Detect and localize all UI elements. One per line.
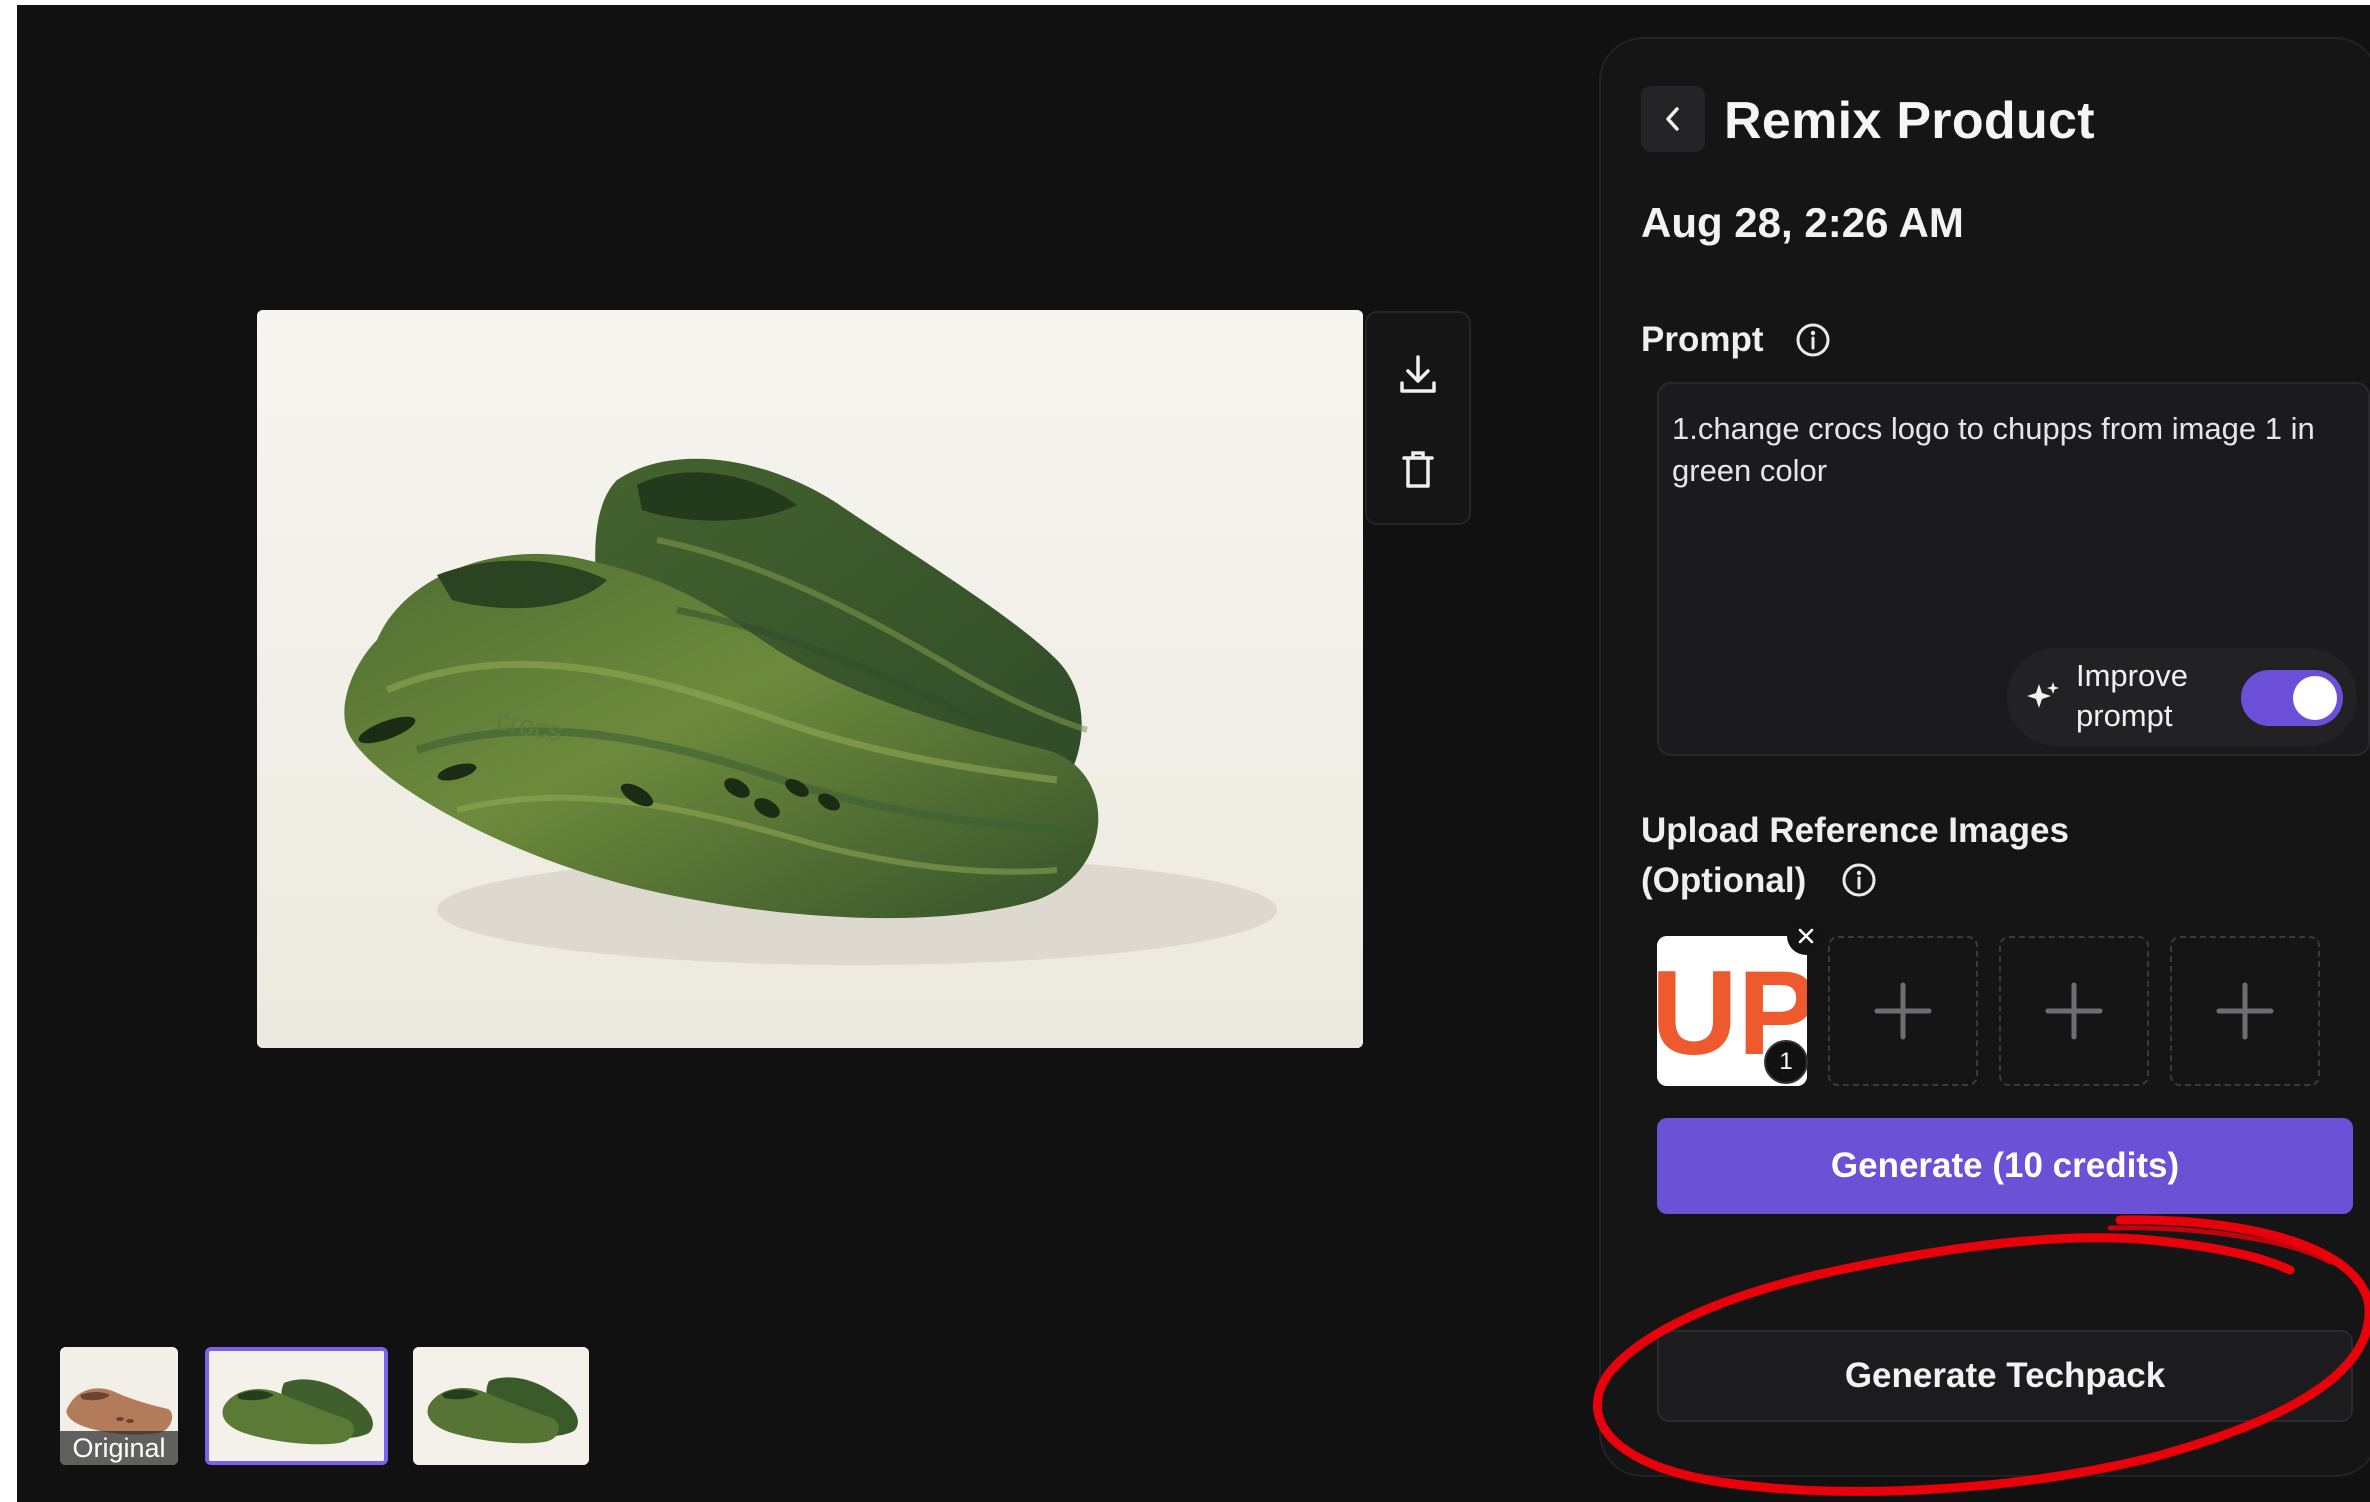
improve-prompt-toggle[interactable]	[2241, 670, 2343, 726]
info-icon[interactable]	[1841, 862, 1877, 898]
close-icon	[1798, 928, 1814, 944]
thumbnail-variant-1[interactable]	[205, 1347, 388, 1465]
thumbnail-variant-2[interactable]	[413, 1347, 589, 1465]
thumbnail-image	[413, 1347, 589, 1465]
main-product-image: crocs	[257, 310, 1363, 1048]
remix-panel	[1599, 37, 2370, 1477]
chevron-left-icon	[1666, 107, 1679, 131]
generate-button[interactable]: Generate (10 credits)	[1657, 1118, 2353, 1214]
generate-techpack-button[interactable]: Generate Techpack	[1657, 1330, 2353, 1422]
prompt-label: Prompt	[1641, 320, 1764, 359]
download-icon	[1400, 355, 1436, 393]
plus-icon	[1874, 982, 1932, 1040]
back-button[interactable]	[1641, 86, 1705, 152]
add-reference-slot-4[interactable]	[2170, 936, 2320, 1086]
image-action-bar	[1365, 311, 1471, 525]
generation-timestamp: Aug 28, 2:26 AM	[1641, 199, 1964, 246]
info-icon[interactable]	[1795, 322, 1831, 358]
delete-button[interactable]	[1390, 442, 1446, 498]
plus-icon	[2045, 982, 2103, 1040]
improve-prompt-label-line1: Improve	[2076, 658, 2188, 693]
thumbnail-image	[209, 1351, 384, 1461]
upload-reference-label-line1: Upload Reference Images	[1641, 811, 2069, 850]
reference-index-badge: 1	[1764, 1040, 1808, 1084]
trash-icon	[1402, 451, 1434, 488]
thumbnail-original[interactable]: Original	[60, 1347, 178, 1465]
toggle-knob	[2293, 676, 2337, 720]
remove-reference-button[interactable]	[1787, 917, 1825, 955]
prompt-input[interactable]: 1.change crocs logo to chupps from image…	[1672, 408, 2362, 568]
improve-prompt-label-line2: prompt	[2076, 698, 2173, 733]
download-button[interactable]	[1390, 347, 1446, 403]
add-reference-slot-2[interactable]	[1828, 936, 1978, 1086]
thumbnail-label: Original	[60, 1431, 178, 1465]
panel-title: Remix Product	[1724, 92, 2095, 150]
plus-icon	[2216, 982, 2274, 1040]
improve-prompt-label: Improve prompt	[2076, 656, 2216, 736]
sparkle-icon	[2027, 682, 2059, 708]
add-reference-slot-3[interactable]	[1999, 936, 2149, 1086]
